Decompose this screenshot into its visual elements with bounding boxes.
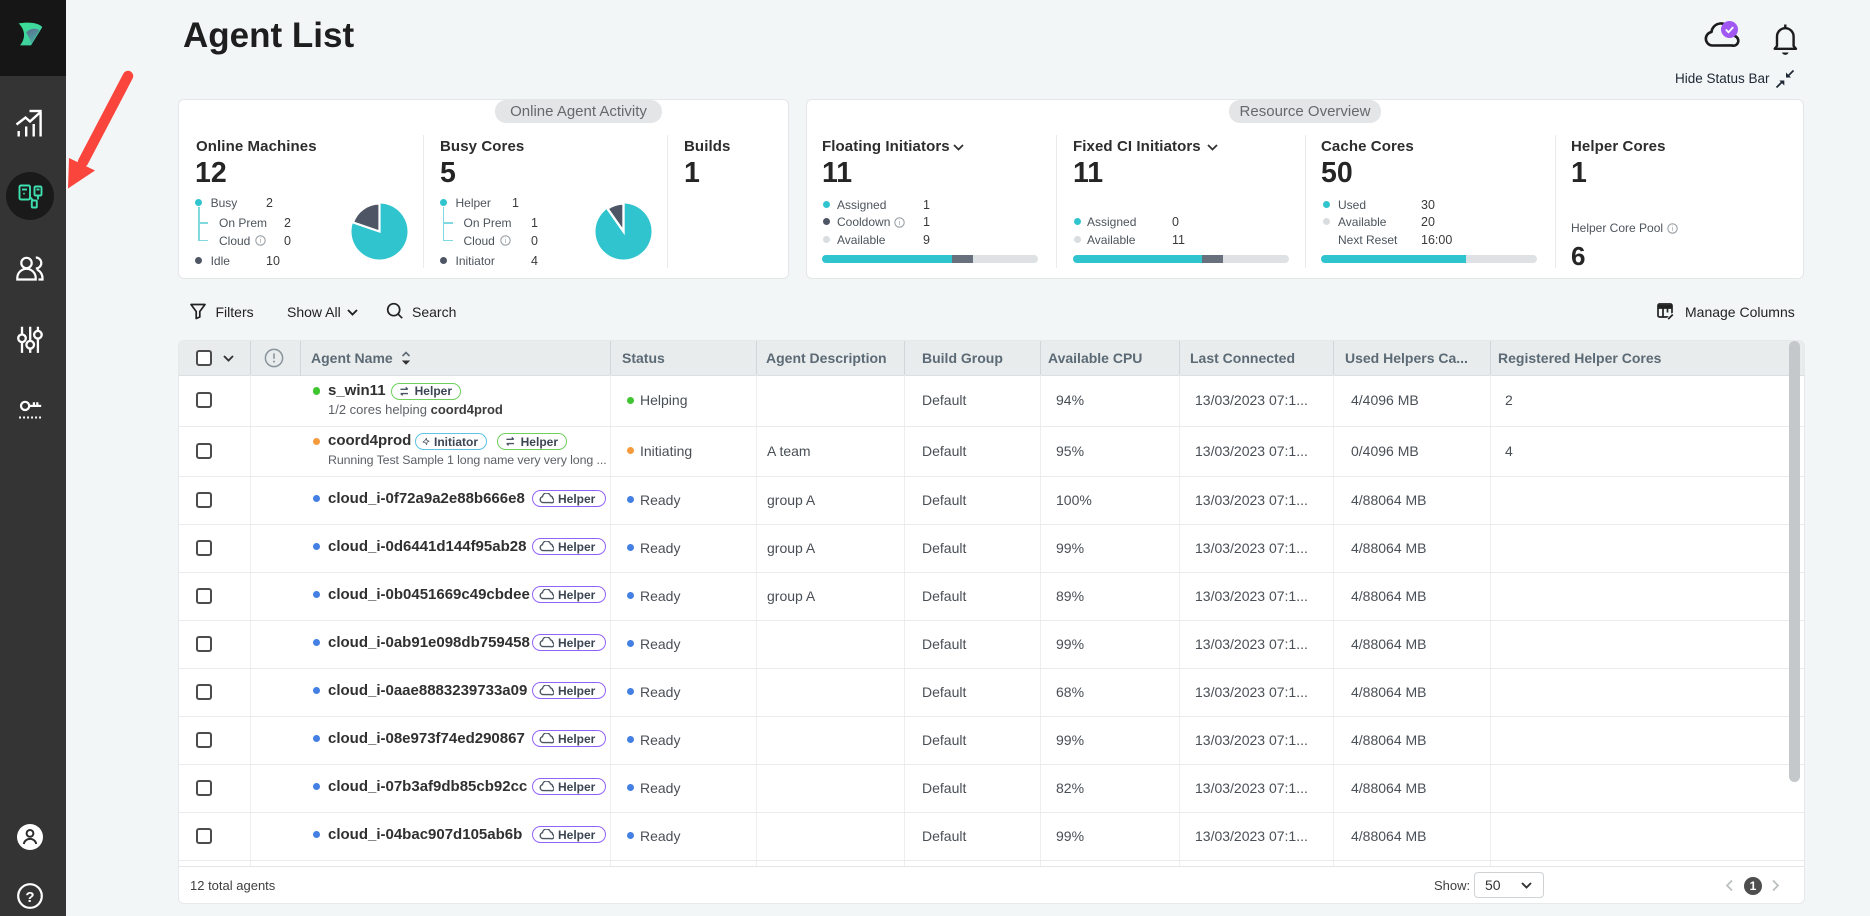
svg-text:i: i [260, 238, 262, 245]
svg-text:i: i [899, 220, 901, 227]
svg-text:?: ? [25, 889, 34, 906]
svg-text:i: i [1672, 226, 1674, 233]
svg-text:i: i [505, 238, 507, 245]
